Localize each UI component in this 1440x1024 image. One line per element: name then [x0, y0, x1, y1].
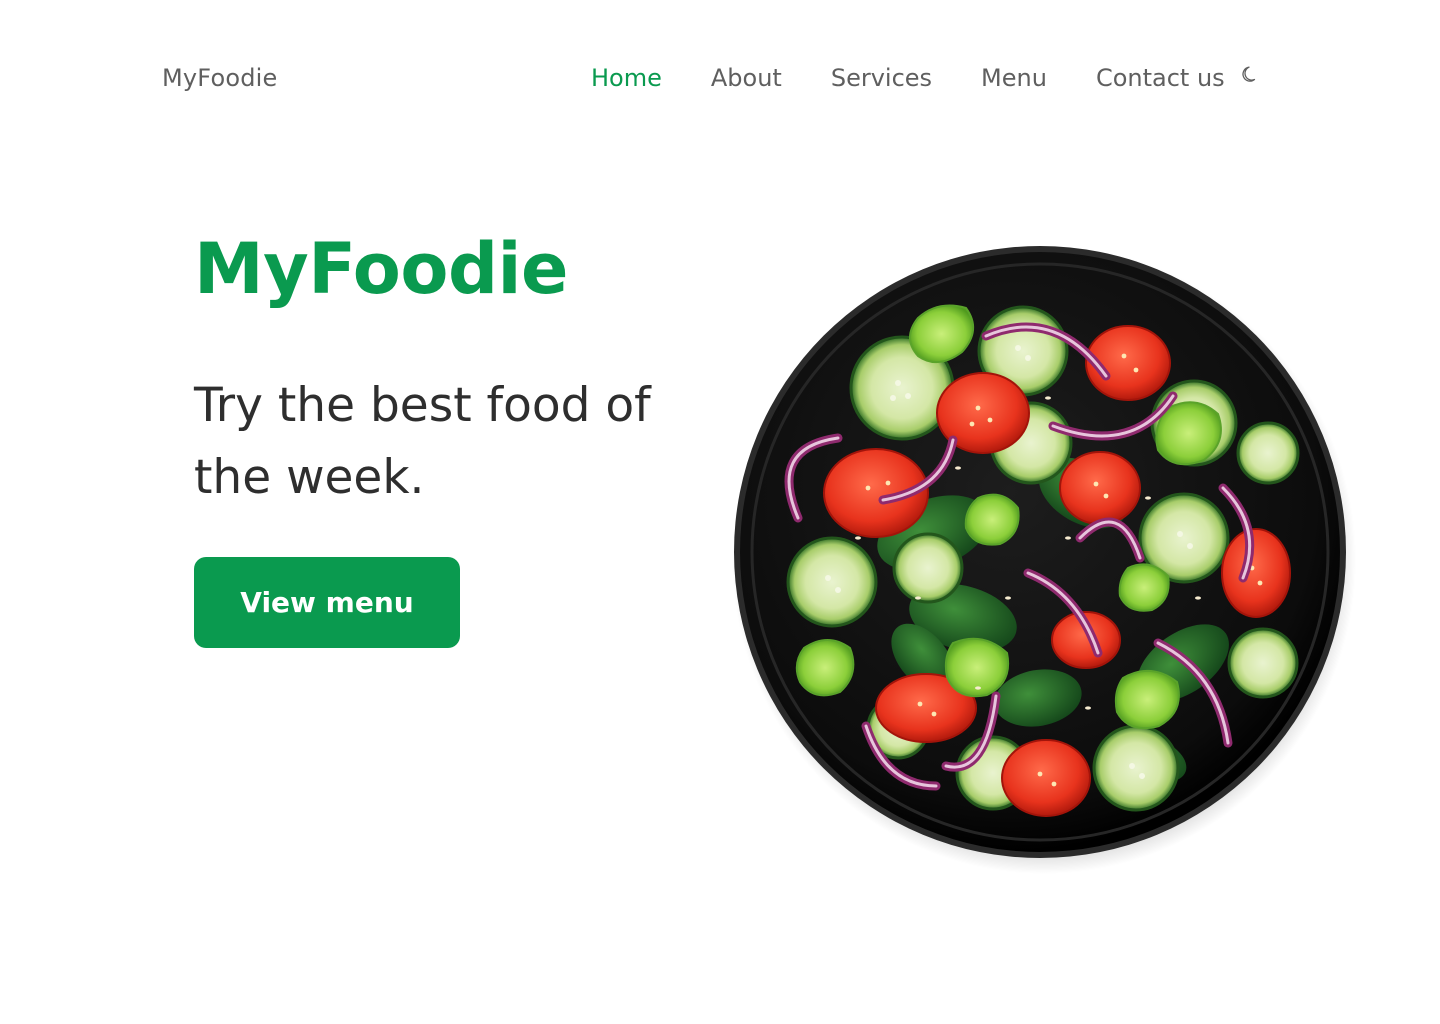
moon-icon[interactable]	[1241, 64, 1261, 84]
hero-title: MyFoodie	[194, 228, 569, 310]
salad-plate-image	[728, 238, 1356, 876]
hero-subtitle: Try the best food of the week.	[194, 378, 651, 505]
nav-home[interactable]: Home	[591, 64, 662, 92]
landing-page: MyFoodie Home About Services Menu Contac…	[0, 0, 1440, 1024]
salad-plate-illustration	[732, 246, 1356, 874]
view-menu-button[interactable]: View menu	[194, 557, 460, 648]
site-logo[interactable]: MyFoodie	[162, 64, 278, 92]
nav-menu[interactable]: Menu	[981, 64, 1047, 92]
nav-contact[interactable]: Contact us	[1096, 64, 1225, 92]
nav-about[interactable]: About	[711, 64, 782, 92]
main-nav: Home About Services Menu Contact us	[591, 64, 1261, 92]
nav-services[interactable]: Services	[831, 64, 932, 92]
